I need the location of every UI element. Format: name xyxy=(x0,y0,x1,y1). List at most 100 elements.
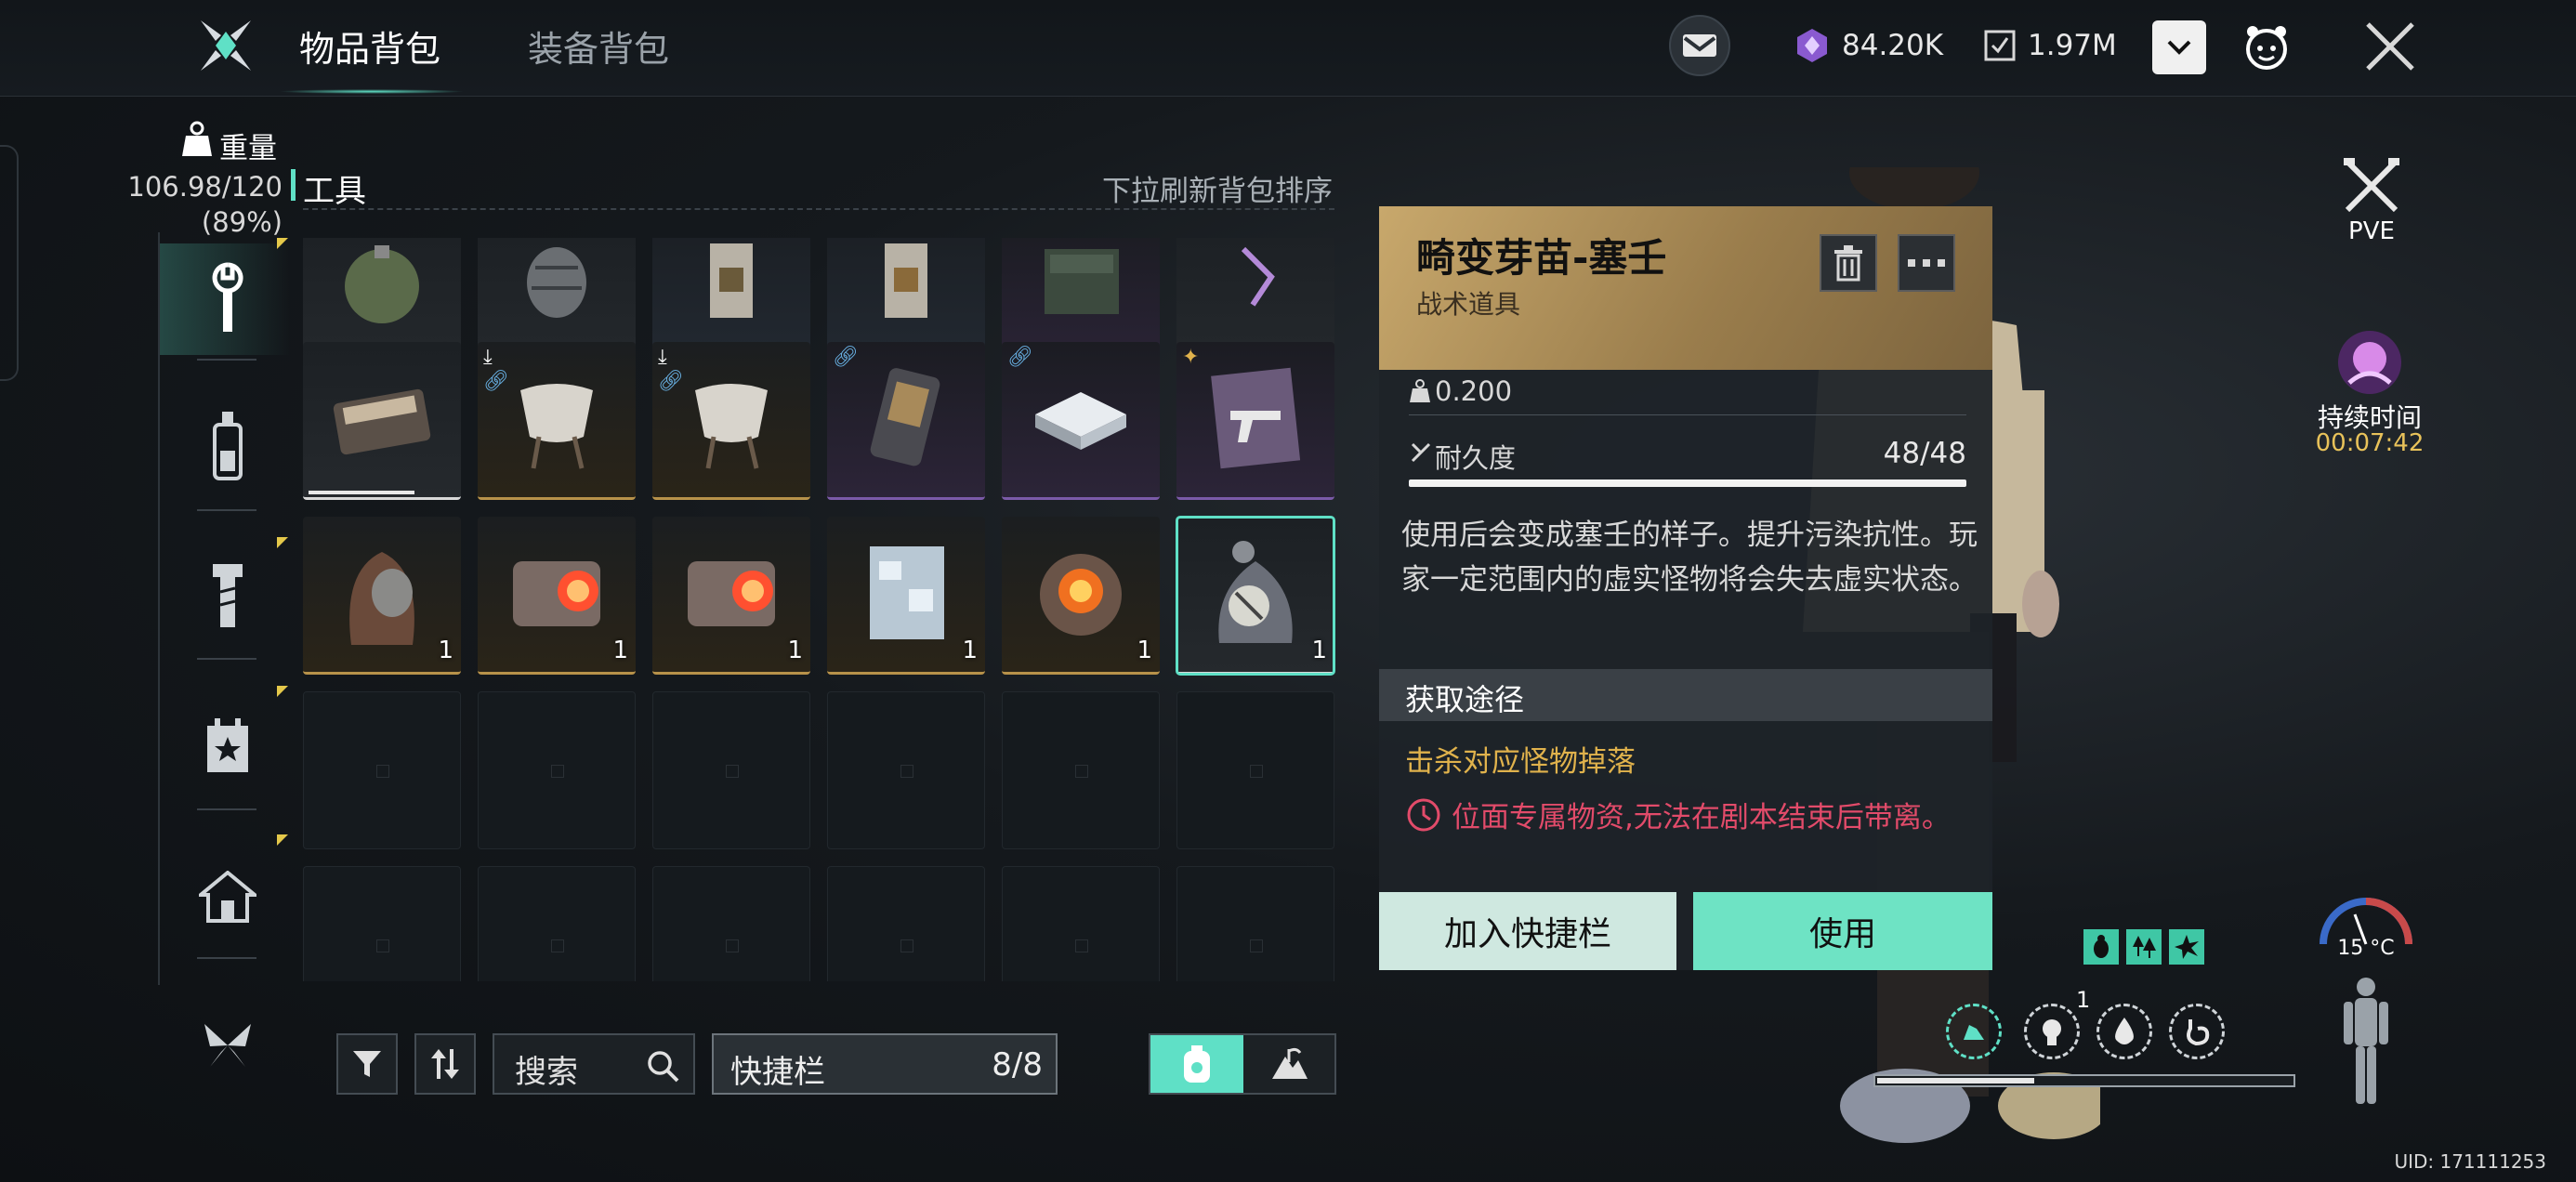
add-to-quickbar-button[interactable]: 加入快捷栏 xyxy=(1379,892,1676,970)
source-title: 获取途径 xyxy=(1405,682,1525,717)
sidebar-divider xyxy=(197,957,256,959)
coin-icon xyxy=(1984,30,2016,61)
sidebar-item-home[interactable] xyxy=(186,846,269,948)
hydration-status[interactable] xyxy=(2096,1004,2152,1059)
item-slot-red-core[interactable]: 1 xyxy=(478,517,636,675)
crystal-icon xyxy=(1797,29,1827,62)
crossed-rifles-icon xyxy=(2344,158,2399,213)
currency-dropdown-button[interactable] xyxy=(2152,20,2206,74)
sidebar-item-tools[interactable] xyxy=(186,247,269,349)
sidebar-item-materials[interactable] xyxy=(186,545,269,647)
durability-progress xyxy=(1409,479,1966,487)
arm-strength-icon xyxy=(1964,1025,1984,1040)
red-core-icon xyxy=(688,561,775,626)
close-button[interactable] xyxy=(2362,19,2418,74)
sidebar-item-consumables[interactable] xyxy=(186,394,269,496)
fire-orb-icon xyxy=(1040,554,1122,636)
item-count: 1 xyxy=(612,637,628,664)
sidebar-divider xyxy=(197,359,256,361)
empty-slot[interactable] xyxy=(1176,691,1334,849)
item-count: 1 xyxy=(1137,637,1152,664)
status-effect-forest-icon[interactable] xyxy=(2126,929,2162,965)
durability-bar xyxy=(309,491,414,494)
weight-amount: 106.98/120 xyxy=(127,171,283,203)
item-slot-frost-block[interactable]: 1 xyxy=(827,517,985,675)
console-box-icon xyxy=(1035,392,1126,450)
item-count: 1 xyxy=(787,637,803,664)
empty-slot[interactable] xyxy=(652,866,810,981)
tab-item-bag[interactable]: 物品背包 xyxy=(299,20,440,72)
toggle-bag-mode[interactable] xyxy=(1150,1035,1243,1093)
sidebar-item-special[interactable] xyxy=(186,994,269,1097)
filter-button[interactable] xyxy=(336,1033,398,1095)
empty-slot[interactable] xyxy=(303,866,461,981)
section-accent xyxy=(291,169,296,201)
section-divider xyxy=(303,208,1334,210)
handheld-device-icon xyxy=(870,368,940,466)
filter-icon xyxy=(353,1051,381,1077)
search-input[interactable]: 搜索 xyxy=(493,1033,695,1095)
item-slot-handheld[interactable]: 🔗︎ xyxy=(827,342,985,500)
tab-equipment-bag[interactable]: 装备背包 xyxy=(528,20,669,72)
quickbar-count: 8/8 xyxy=(992,1046,1043,1084)
item-slot-red-core-2[interactable]: 1 xyxy=(652,517,810,675)
grenade-icon xyxy=(345,245,419,323)
sanity-status[interactable] xyxy=(2024,1004,2080,1059)
empty-slot[interactable] xyxy=(827,691,985,849)
empty-slot[interactable] xyxy=(478,691,636,849)
wrench-icon xyxy=(212,262,243,332)
sidebar-item-events[interactable] xyxy=(186,695,269,797)
crystal-currency: 84.20K xyxy=(1794,15,1943,76)
new-marker xyxy=(277,238,288,249)
status-effect-burst-icon[interactable] xyxy=(2169,929,2204,965)
empty-slot[interactable] xyxy=(1002,866,1160,981)
item-count: 1 xyxy=(438,637,453,664)
active-tab-indicator xyxy=(279,89,465,94)
sort-icon xyxy=(431,1049,459,1079)
item-slot-hooded-sprout[interactable]: 1 xyxy=(303,517,461,675)
item-weight: 0.200 xyxy=(1435,375,1513,407)
stomach-icon xyxy=(2187,1019,2210,1046)
empty-slot[interactable] xyxy=(478,866,636,981)
crate-icon xyxy=(1045,249,1119,314)
item-slot-weapon-card[interactable]: ✦ xyxy=(1176,342,1334,500)
strength-status[interactable] xyxy=(1946,1004,2002,1059)
empty-slot[interactable] xyxy=(652,691,810,849)
item-slot-console[interactable]: 🔗︎ xyxy=(1002,342,1160,500)
more-options-button[interactable] xyxy=(1898,234,1955,292)
walker-cup-icon xyxy=(695,384,768,469)
use-button[interactable]: 使用 xyxy=(1693,892,1992,970)
toggle-island-mode[interactable] xyxy=(1243,1035,1334,1093)
discard-button[interactable] xyxy=(1820,234,1877,292)
link-icon: 🔗︎ xyxy=(833,346,859,369)
sort-button[interactable] xyxy=(414,1033,476,1095)
buff-effect-icon[interactable] xyxy=(2334,327,2405,398)
status-effect-bug-icon[interactable] xyxy=(2083,929,2119,965)
empty-slot[interactable] xyxy=(1176,866,1334,981)
water-drop-icon xyxy=(2115,1018,2134,1044)
body-status-icon[interactable] xyxy=(2340,976,2392,1106)
left-edge-handle[interactable] xyxy=(0,145,19,381)
coin-value: 1.97M xyxy=(2028,29,2117,62)
link-icon: 🔗︎ xyxy=(658,370,684,393)
empty-slot[interactable] xyxy=(1002,691,1160,849)
weight-percent: (89%) xyxy=(201,206,283,238)
new-marker xyxy=(277,686,288,697)
hunger-status[interactable] xyxy=(2169,1004,2225,1059)
quickbar-button[interactable]: 快捷栏 8/8 xyxy=(712,1033,1058,1095)
pve-mode-indicator[interactable] xyxy=(2331,156,2412,219)
mail-icon xyxy=(1669,15,1730,76)
pet-button[interactable] xyxy=(2240,20,2293,74)
item-slot-siren-sprout[interactable]: 1 xyxy=(1176,516,1335,676)
item-slot-walker-cup-2[interactable]: ⤓ 🔗︎ xyxy=(652,342,810,500)
head-icon xyxy=(2043,1019,2061,1045)
restriction-warning: 位面专属物资,无法在剧本结束后带离。 xyxy=(1405,794,1951,835)
empty-slot[interactable] xyxy=(303,691,461,849)
item-slot-walker-cup[interactable]: ⤓ 🔗︎ xyxy=(478,342,636,500)
bag-mode-toggle[interactable] xyxy=(1149,1033,1336,1095)
item-slot-device[interactable] xyxy=(303,342,461,500)
item-slot-fire-orb[interactable]: 1 xyxy=(1002,517,1160,675)
mail-button[interactable] xyxy=(1669,15,1730,76)
sidebar-divider xyxy=(197,509,256,511)
empty-slot[interactable] xyxy=(827,866,985,981)
